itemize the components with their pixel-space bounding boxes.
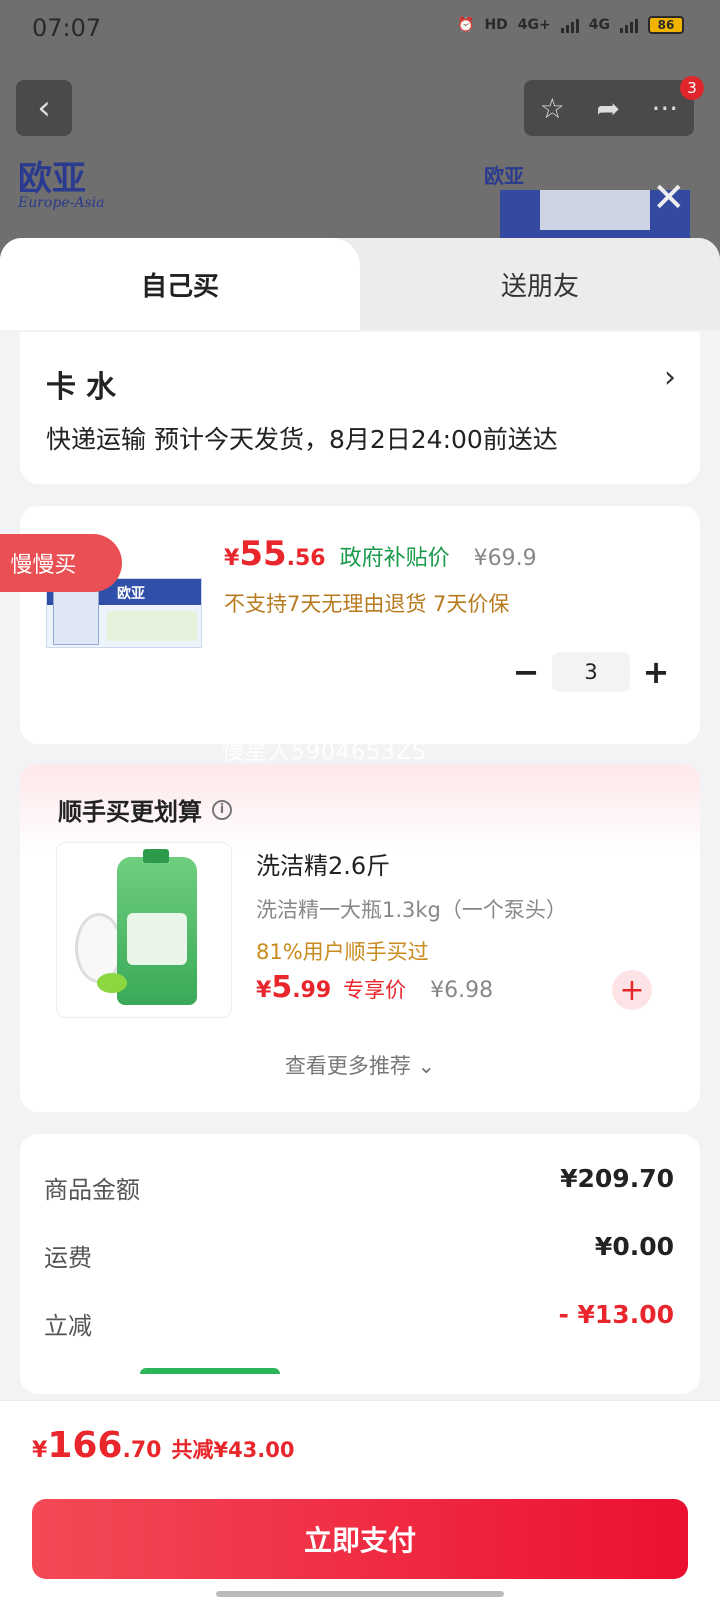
signal-icon [560,17,579,33]
address-card[interactable]: 卡水 › 快递运输 预计今天发货，8月2日24:00前送达 [20,332,700,484]
product-card: 欧亚 ¥ 55 .56 政府补贴价 ¥69.9 不支持7天无理由退货 7天价保 … [20,506,700,744]
pay-now-button[interactable]: 立即支付 [32,1499,688,1579]
purchase-tabs: 自己买 送朋友 [0,238,720,330]
goods-amount-label: 商品金额 [44,1176,140,1204]
rec-price-currency: ¥ [256,978,272,1003]
watermark: 慢星人5904653ZS [222,740,428,765]
alarm-icon: ⏰ [457,17,475,33]
total-currency: ¥ [32,1438,48,1463]
info-icon[interactable]: i [212,799,232,820]
brand-logo: 欧亚 Europe-Asia [18,162,104,210]
exclusive-price-label: 专享价 [343,978,407,1002]
rec-original-price: ¥6.98 [430,978,494,1003]
recommend-card: 顺手买更划算 i 洗洁精2.6斤 洗洁精一大瓶1.3kg（一个泵头） 81%用户… [20,764,700,1112]
header-actions: ☆ ➦ ··· [524,80,694,136]
discount-row: 立减 - ¥13.00 [44,1300,674,1341]
quantity-value[interactable]: 3 [552,652,630,692]
battery-icon: 86 [648,16,684,34]
total-integer: 166 [47,1425,123,1466]
more-icon[interactable]: ··· [651,92,678,125]
product-image-brand: 欧亚 [117,586,145,602]
more-recommendations-label: 查看更多推荐 [284,1054,411,1078]
star-icon[interactable]: ☆ [540,92,565,125]
shipping-fee-row: 运费 ¥0.00 [44,1232,674,1273]
status-time: 07:07 [32,14,102,42]
recommend-item-name[interactable]: 洗洁精2.6斤 [256,846,390,881]
more-recommendations-link[interactable]: 查看更多推荐 ⌄ [20,1050,700,1080]
tab-gift-friend[interactable]: 送朋友 [360,238,720,330]
hd-indicator: HD [484,17,508,33]
recommend-item-price: ¥ 5 .99 专享价 ¥6.98 [256,970,493,1005]
price-summary-card: 商品金额 ¥209.70 运费 ¥0.00 立减 - ¥13.00 [20,1134,700,1394]
checkout-sheet: 自己买 送朋友 卡水 › 快递运输 预计今天发货，8月2日24:00前送达 欧亚… [0,238,720,1600]
slow-buy-label: 慢慢买 [10,553,77,578]
checkout-footer: ¥ 166 .70 共减¥43.00 立即支付 [0,1400,720,1600]
quantity-stepper: − 3 + [504,652,678,692]
status-bar: 07:07 ⏰ HD 4G+ 4G 86 [0,0,720,56]
return-policy: 不支持7天无理由退货 7天价保 [224,592,510,616]
price-currency: ¥ [224,546,240,571]
slow-buy-button[interactable]: ‹ 慢慢买 [0,534,122,592]
recommend-title: 顺手买更划算 i [58,792,232,827]
rec-price-integer: 5 [271,970,293,1005]
brand-logo-text: 欧亚 [18,159,86,199]
increase-button[interactable]: + [634,652,678,692]
back-button[interactable]: ‹ [16,80,72,136]
rec-price-decimal: .99 [292,978,332,1003]
discount-value: - ¥13.00 [558,1300,674,1329]
chevron-left-icon: ‹ [0,548,2,578]
recommend-item-stat: 81%用户顺手买过 [256,940,429,964]
subsidy-label: 政府补贴价 [339,546,450,571]
back-arrow-icon: ‹ [37,88,51,128]
shipping-fee-label: 运费 [44,1244,92,1272]
recipient-name: 卡水 [46,370,126,405]
promo-tag-peek [140,1368,280,1374]
brand-logo-small: 欧亚 [484,164,524,188]
goods-amount-row: 商品金额 ¥209.70 [44,1164,674,1205]
close-icon[interactable]: ✕ [652,178,686,218]
home-indicator[interactable] [216,1591,504,1597]
tab-buy-for-self[interactable]: 自己买 [0,238,360,330]
brand-logo-subtext: Europe-Asia [18,195,105,211]
original-price: ¥69.9 [473,546,537,571]
signal-icon-2 [620,17,638,33]
recommend-title-text: 顺手买更划算 [58,798,202,826]
chevron-down-icon: ⌄ [417,1054,436,1078]
network-4g-plus: 4G+ [517,17,551,33]
decrease-button[interactable]: − [504,652,548,692]
discount-label: 立减 [44,1312,92,1340]
total-price: ¥ 166 .70 共减¥43.00 [32,1425,295,1466]
recommend-item-desc: 洗洁精一大瓶1.3kg（一个泵头） [256,898,567,922]
total-saved: 共减¥43.00 [171,1438,295,1462]
share-icon[interactable]: ➦ [596,92,619,125]
price-decimal: .56 [286,546,326,571]
chevron-right-icon: › [664,360,676,395]
goods-amount-value: ¥209.70 [560,1164,674,1193]
shipping-info: 快递运输 预计今天发货，8月2日24:00前送达 [46,425,558,454]
product-price: ¥ 55 .56 政府补贴价 ¥69.9 [224,534,537,574]
add-to-order-button[interactable]: + [612,970,652,1010]
shipping-fee-value: ¥0.00 [594,1232,674,1261]
total-decimal: .70 [122,1438,162,1463]
status-icons: ⏰ HD 4G+ 4G 86 [457,16,684,34]
network-4g: 4G [588,17,610,33]
notification-badge: 3 [680,76,704,100]
recommend-item-image[interactable] [56,842,232,1018]
price-integer: 55 [239,534,287,574]
